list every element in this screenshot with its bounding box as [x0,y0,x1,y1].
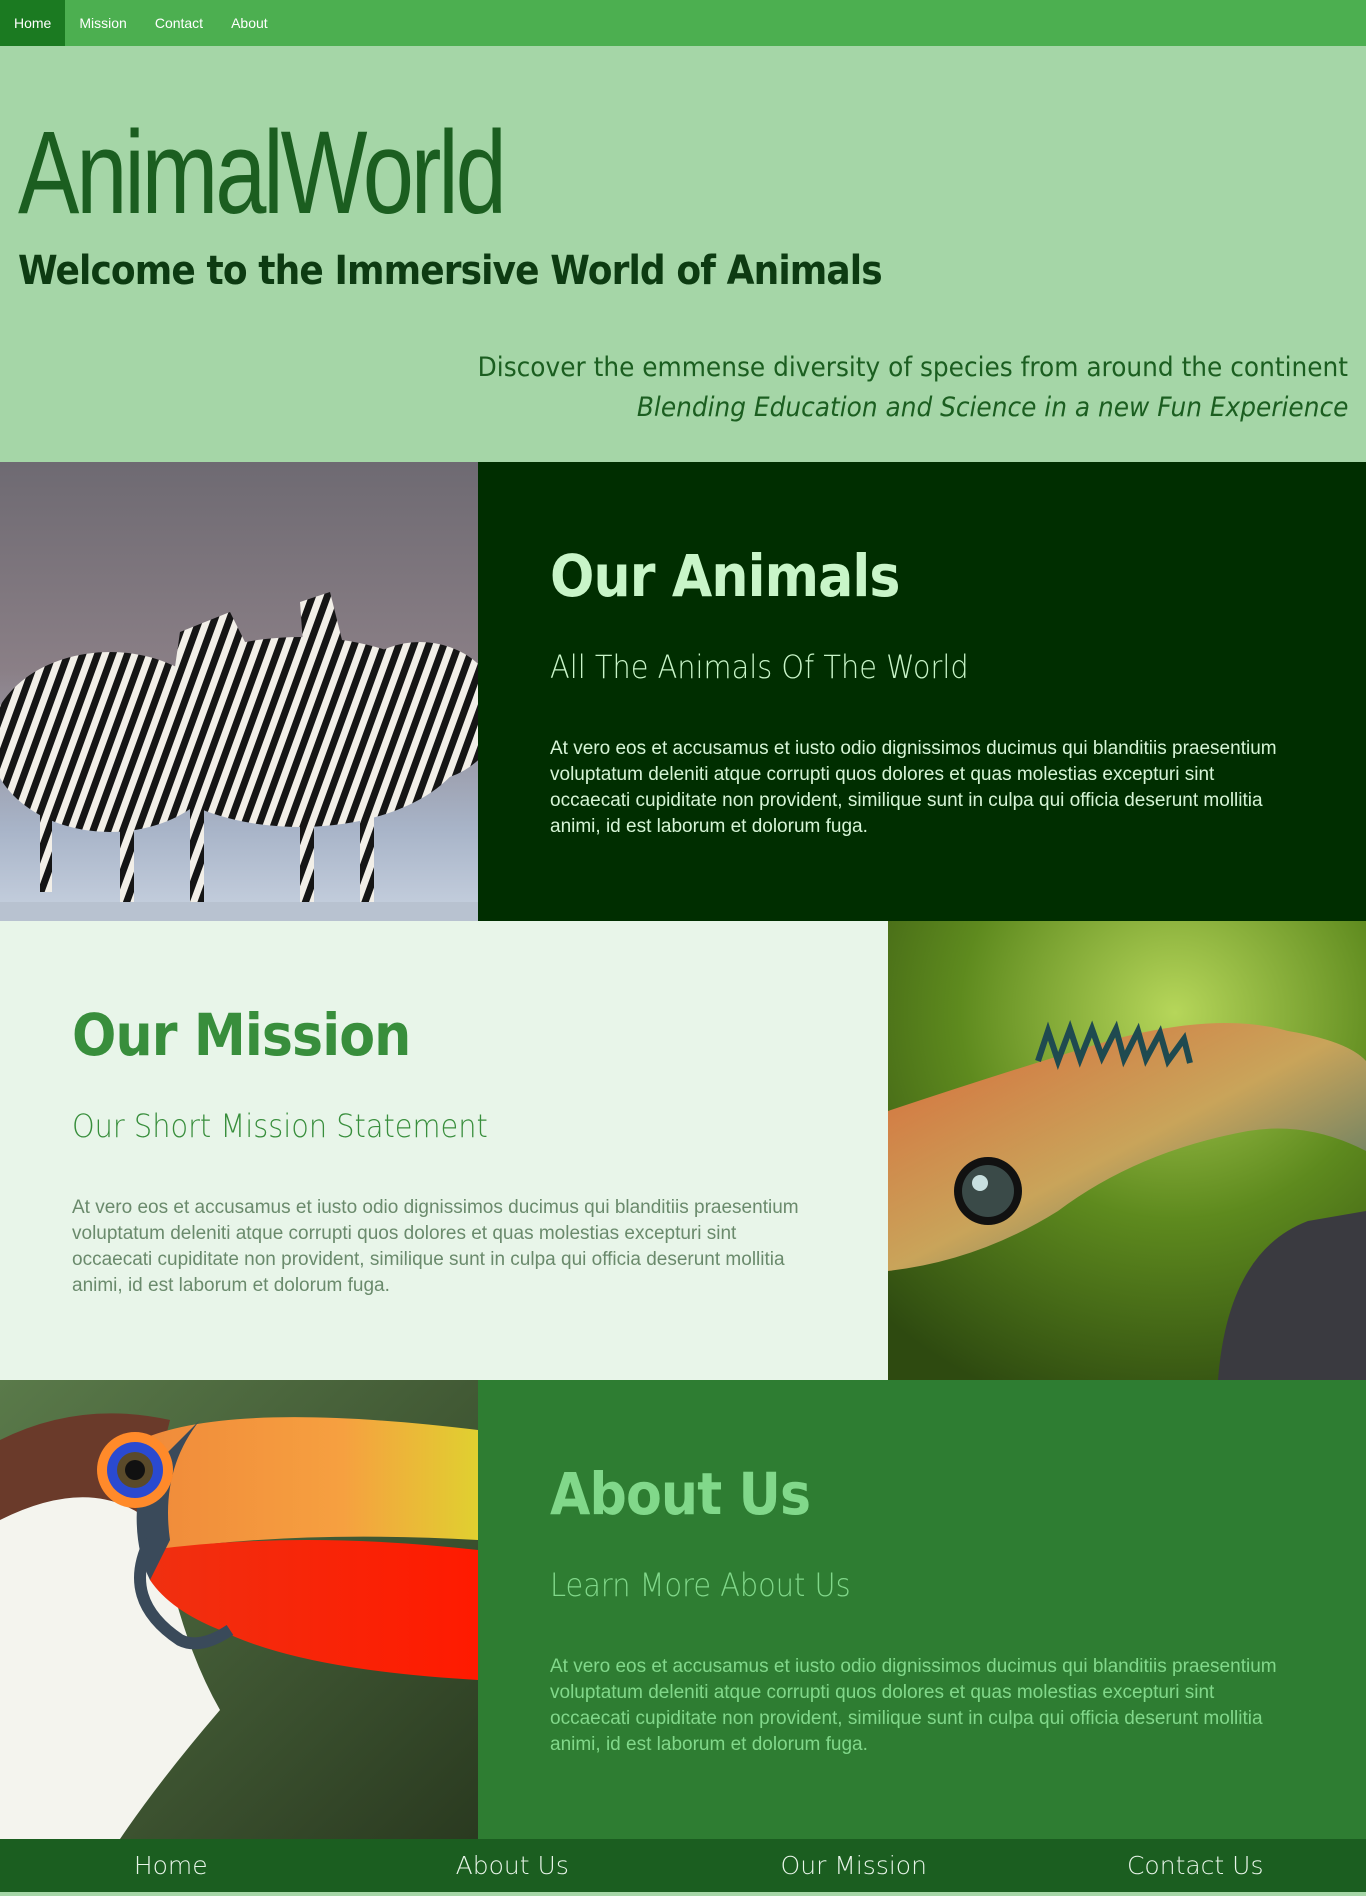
nav-contact-link[interactable]: Contact [141,0,217,46]
footer-home-link[interactable]: Home [0,1839,342,1892]
nav-mission-link[interactable]: Mission [65,0,140,46]
footer-about-link[interactable]: About Us [342,1839,684,1892]
footer-navigation: Home About Us Our Mission Contact Us [0,1839,1366,1892]
mission-title: Our Mission [72,1001,411,1069]
tagline-discover: Discover the emmense diversity of specie… [477,352,1348,383]
mission-text: Our Mission Our Short Mission Statement … [0,921,888,1380]
section-our-animals: Our Animals All The Animals Of The World… [0,462,1366,921]
site-logo: AnimalWorld [18,107,507,239]
toucan-image [0,1380,478,1839]
about-body: At vero eos et accusamus et iusto odio d… [550,1656,1277,1755]
top-navigation: Home Mission Contact About [0,0,1366,46]
hero-header: AnimalWorld Welcome to the Immersive Wor… [0,46,1366,462]
animals-body: At vero eos et accusamus et iusto odio d… [550,738,1277,837]
about-text: About Us Learn More About Us At vero eos… [478,1380,1366,1839]
nav-about-link[interactable]: About [217,0,282,46]
nav-home-link[interactable]: Home [0,0,66,46]
mission-body: At vero eos et accusamus et iusto odio d… [72,1197,799,1296]
tagline-blending: Blending Education and Science in a new … [636,392,1348,423]
animals-title: Our Animals [550,542,900,610]
zebra-herd-image [0,462,478,921]
about-subtitle: Learn More About Us [550,1566,851,1604]
footer-mission-link[interactable]: Our Mission [683,1839,1025,1892]
welcome-heading: Welcome to the Immersive World of Animal… [18,248,883,294]
mission-subtitle: Our Short Mission Statement [72,1107,488,1145]
viper-snake-image [888,921,1366,1380]
section-about-us: About Us Learn More About Us At vero eos… [0,1380,1366,1839]
animals-subtitle: All The Animals Of The World [550,648,969,686]
footer-contact-link[interactable]: Contact Us [1025,1839,1366,1892]
about-title: About Us [550,1460,811,1528]
animals-text: Our Animals All The Animals Of The World… [478,462,1366,921]
section-our-mission: Our Mission Our Short Mission Statement … [0,921,1366,1380]
